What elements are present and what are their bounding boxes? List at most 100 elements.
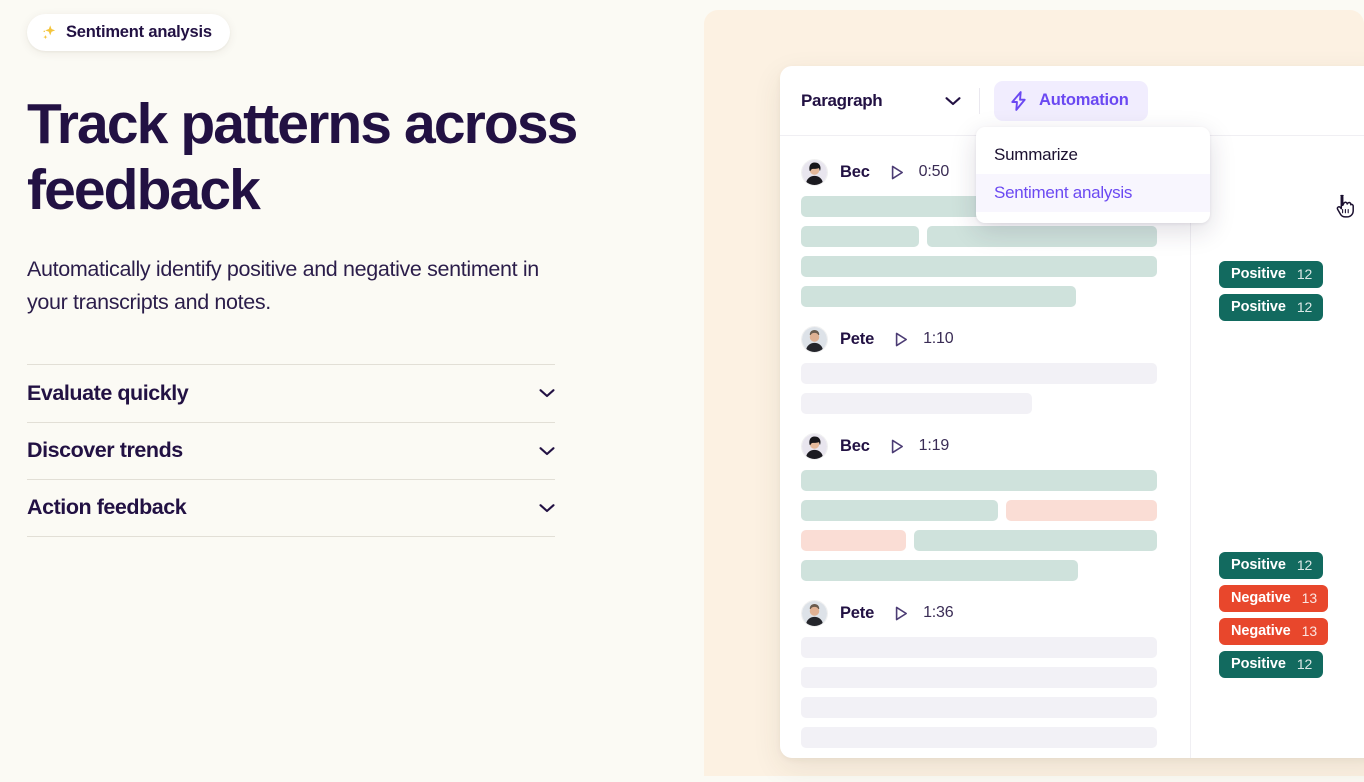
status-badge-label: Positive — [1231, 557, 1286, 573]
block-style-value: Paragraph — [801, 90, 883, 110]
sentiment-analysis-pill: Sentiment analysis — [27, 14, 230, 51]
feature-accordion: Evaluate quickly Discover trends Action … — [27, 364, 555, 537]
text-segment-neutral — [801, 393, 1032, 414]
play-icon[interactable] — [895, 332, 908, 347]
timestamp: 1:19 — [918, 437, 950, 454]
block-style-select[interactable]: Paragraph — [801, 91, 979, 111]
toolbar-divider — [979, 87, 980, 114]
editor-body: Bec 0:50 Pete 1:10 Bec 1:19 Pete 1:36 Po… — [780, 136, 1364, 758]
text-segment-neutral — [801, 667, 1157, 688]
accordion-item-label: Action feedback — [27, 495, 187, 520]
bolt-icon — [1011, 90, 1026, 111]
status-badge[interactable]: Negative 13 — [1219, 585, 1329, 612]
status-badge-label: Positive — [1231, 266, 1286, 282]
speaker-name: Bec — [840, 436, 870, 455]
timestamp: 1:36 — [923, 604, 954, 621]
avatar-pete — [801, 599, 828, 627]
transcript-line — [801, 363, 1190, 384]
transcript-speaker-row: Bec 1:19 — [801, 429, 1190, 463]
transcript-column: Bec 0:50 Pete 1:10 Bec 1:19 Pete 1:36 — [780, 136, 1190, 758]
menu-item-label: Summarize — [994, 145, 1078, 164]
speaker-name: Pete — [840, 603, 875, 622]
transcript-line — [801, 470, 1190, 491]
pill-label: Sentiment analysis — [66, 23, 212, 41]
text-segment-positive — [914, 530, 1157, 551]
avatar-pete — [801, 325, 828, 353]
text-segment-positive — [801, 256, 1157, 277]
text-segment-positive — [801, 500, 998, 521]
transcript-line — [801, 530, 1190, 551]
chevron-down-icon — [539, 389, 555, 398]
status-badge-count: 12 — [1296, 266, 1313, 282]
status-badge-label: Positive — [1231, 299, 1286, 315]
automation-label: Automation — [1039, 91, 1129, 109]
transcript-line — [801, 286, 1190, 307]
transcript-lines — [801, 637, 1190, 748]
status-badge[interactable]: Positive 12 — [1219, 651, 1324, 678]
transcript-line — [801, 697, 1190, 718]
timestamp: 1:10 — [923, 330, 954, 347]
status-badge-count: 13 — [1301, 623, 1318, 639]
play-icon[interactable] — [895, 606, 908, 621]
avatar-bec — [801, 158, 828, 186]
transcript-lines — [801, 470, 1190, 581]
status-badge[interactable]: Positive 12 — [1219, 294, 1324, 321]
transcript-speaker-row: Pete 1:36 — [801, 596, 1190, 630]
status-badge-count: 12 — [1296, 656, 1313, 672]
accordion-item-evaluate-quickly[interactable]: Evaluate quickly — [27, 364, 555, 422]
text-segment-positive — [801, 560, 1078, 581]
play-icon[interactable] — [891, 165, 904, 180]
sparkle-icon — [43, 25, 56, 40]
menu-item-sentiment-analysis[interactable]: Sentiment analysis — [976, 174, 1210, 212]
text-segment-neutral — [801, 727, 1157, 748]
chevron-down-icon — [539, 503, 555, 512]
status-badge-label: Positive — [1231, 656, 1286, 672]
chevron-down-icon — [539, 446, 555, 455]
menu-item-summarize[interactable]: Summarize — [976, 136, 1210, 174]
accordion-item-discover-trends[interactable]: Discover trends — [27, 421, 555, 480]
status-badge[interactable]: Negative 13 — [1219, 618, 1329, 645]
transcript-line — [801, 560, 1190, 581]
chevron-down-icon — [945, 96, 961, 105]
transcript-line — [801, 256, 1190, 277]
menu-item-label: Sentiment analysis — [994, 183, 1133, 202]
transcript-line — [801, 226, 1190, 247]
automation-dropdown-menu: Summarize Sentiment analysis — [976, 127, 1354, 223]
transcript-line — [801, 500, 1190, 521]
transcript-line — [801, 393, 1190, 414]
text-segment-positive — [927, 226, 1157, 247]
text-segment-positive — [801, 470, 1157, 491]
status-badge-count: 13 — [1301, 590, 1318, 606]
status-badge[interactable]: Positive 12 — [1219, 552, 1324, 579]
feature-copy-column: Sentiment analysis Track patterns across… — [0, 0, 690, 782]
page-subtitle: Automatically identify positive and nega… — [27, 257, 539, 315]
text-segment-negative — [1006, 500, 1157, 521]
transcript-lines — [801, 363, 1190, 414]
status-badge-label: Negative — [1231, 623, 1291, 639]
speaker-name: Bec — [840, 162, 870, 181]
text-segment-neutral — [801, 637, 1157, 658]
timestamp: 0:50 — [918, 163, 950, 180]
transcript-line — [801, 727, 1190, 748]
accordion-item-action-feedback[interactable]: Action feedback — [27, 479, 555, 537]
play-icon[interactable] — [891, 439, 904, 454]
page-root: Sentiment analysis Track patterns across… — [0, 0, 1364, 782]
editor-card: Paragraph Automation Summarize Sentiment… — [780, 66, 1364, 758]
page-title: Track patterns across feedback — [27, 92, 578, 223]
text-segment-positive — [801, 226, 919, 247]
transcript-line — [801, 637, 1190, 658]
pointer-hand-cursor — [1336, 194, 1354, 218]
text-segment-neutral — [801, 697, 1157, 718]
automation-button[interactable]: Automation — [994, 80, 1148, 121]
accordion-item-label: Discover trends — [27, 438, 183, 463]
accordion-item-label: Evaluate quickly — [27, 380, 189, 405]
status-badge-count: 12 — [1296, 299, 1313, 315]
status-badge[interactable]: Positive 12 — [1219, 261, 1324, 288]
speaker-name: Pete — [840, 329, 875, 348]
text-segment-positive — [801, 286, 1076, 307]
avatar-bec — [801, 432, 828, 460]
sentiment-column: Positive 12 Positive 12 Positive 12 Nega… — [1191, 136, 1364, 758]
status-badge-label: Negative — [1231, 590, 1291, 606]
editor-toolbar: Paragraph Automation — [780, 66, 1364, 136]
status-badge-count: 12 — [1296, 557, 1313, 573]
